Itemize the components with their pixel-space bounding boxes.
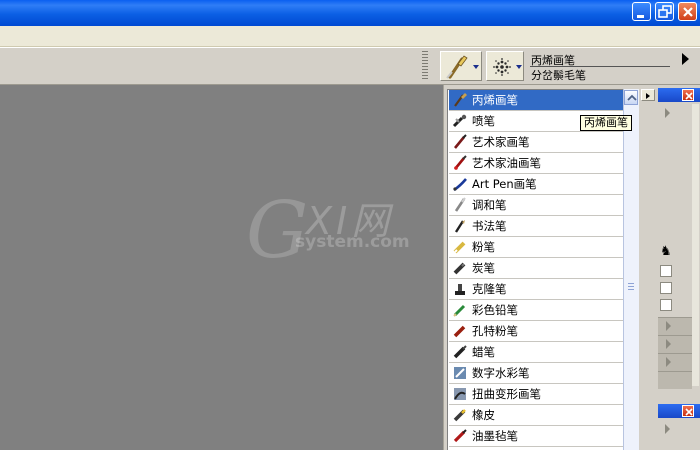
restore-button[interactable] bbox=[655, 2, 674, 21]
palette-band bbox=[658, 317, 692, 335]
artist-oil-brush-icon bbox=[453, 155, 467, 170]
brush-list-item[interactable]: 彩色铅笔 bbox=[449, 300, 623, 321]
brush-list-item[interactable]: 孔特粉笔 bbox=[449, 321, 623, 342]
brush-list-item[interactable]: 油墨毡笔 bbox=[449, 426, 623, 447]
brush-list-item-label: 粉笔 bbox=[472, 240, 495, 254]
distortion-icon bbox=[454, 388, 466, 400]
brush-list-item-label: 丙烯画笔 bbox=[472, 93, 518, 107]
brush-list-item-label: 扭曲变形画笔 bbox=[472, 387, 541, 401]
toolbar-grip[interactable] bbox=[422, 51, 428, 81]
brush-list-item-label: 油墨毡笔 bbox=[472, 429, 518, 443]
chalk-icon bbox=[453, 241, 466, 254]
charcoal-icon bbox=[453, 262, 466, 275]
calligraphy-pen-icon bbox=[454, 220, 465, 233]
minimize-button[interactable] bbox=[632, 2, 651, 21]
brush-list-item-label: 喷笔 bbox=[472, 114, 495, 128]
eraser-icon bbox=[453, 409, 466, 422]
brush-list-item[interactable]: 扭曲变形画笔 bbox=[449, 384, 623, 405]
brush-list-item[interactable]: 艺术家画笔 bbox=[449, 132, 623, 153]
triangle-right-icon bbox=[646, 93, 650, 99]
brush-list-item[interactable]: 丙烯画笔 bbox=[449, 90, 623, 111]
brush-list-item-label: 艺术家油画笔 bbox=[472, 156, 541, 170]
close-icon bbox=[685, 92, 693, 100]
artist-brush-icon bbox=[453, 134, 467, 149]
close-icon bbox=[685, 408, 693, 416]
palette-band bbox=[658, 335, 692, 353]
brush-list-item-label: 橡皮 bbox=[472, 408, 495, 422]
palette-expand-arrow[interactable] bbox=[665, 108, 670, 118]
palette-close-button[interactable] bbox=[682, 89, 694, 101]
cloner-stamp-icon bbox=[455, 284, 465, 295]
paintbrush-icon bbox=[446, 55, 468, 79]
acrylic-brush-icon bbox=[454, 93, 467, 107]
chevron-down-icon bbox=[516, 65, 522, 69]
blender-icon bbox=[454, 197, 466, 212]
brush-list-item-label: 彩色铅笔 bbox=[472, 303, 518, 317]
list-flyout-button[interactable] bbox=[641, 89, 655, 101]
brush-list-item[interactable]: 数字水彩笔 bbox=[449, 363, 623, 384]
close-icon bbox=[683, 7, 693, 17]
brush-list-item[interactable]: 炭笔 bbox=[449, 258, 623, 279]
conte-icon bbox=[453, 325, 466, 338]
airbrush-icon bbox=[452, 114, 467, 128]
chevron-down-icon bbox=[473, 65, 479, 69]
palette-band bbox=[658, 371, 692, 389]
watermark-site: system.com bbox=[295, 232, 410, 252]
brush-list-item[interactable]: 蜡笔 bbox=[449, 342, 623, 363]
play-arrow-icon[interactable] bbox=[682, 53, 689, 65]
brush-list-item-label: Art Pen画笔 bbox=[472, 177, 537, 191]
brush-list-item[interactable]: 艺术家油画笔 bbox=[449, 153, 623, 174]
palette-scrollbar[interactable] bbox=[692, 104, 699, 386]
palette-expand-arrow[interactable] bbox=[666, 339, 671, 349]
palette-checkbox[interactable] bbox=[660, 282, 672, 294]
palette-expand-arrow[interactable] bbox=[666, 357, 671, 367]
spray-dots-icon bbox=[493, 58, 511, 76]
scroll-thumb-grip[interactable] bbox=[628, 289, 634, 290]
palette-checkbox[interactable] bbox=[660, 299, 672, 311]
brush-list-item-label: 艺术家画笔 bbox=[472, 135, 530, 149]
scroll-thumb-grip[interactable] bbox=[628, 286, 634, 287]
palette-band bbox=[658, 353, 692, 371]
palette-expand-arrow[interactable] bbox=[665, 424, 670, 434]
brush-tooltip: 丙烯画笔 bbox=[580, 115, 632, 131]
brush-list-item-label: 蜡笔 bbox=[472, 345, 495, 359]
restore-icon bbox=[658, 5, 672, 18]
brush-variant-name: 分岔鬃毛笔 bbox=[531, 69, 586, 82]
brush-list-item[interactable]: 克隆笔 bbox=[449, 279, 623, 300]
watermark-logo-g: G bbox=[246, 186, 309, 276]
stamp-icon: ♞ bbox=[660, 244, 672, 259]
brush-list-item-label: 炭笔 bbox=[472, 261, 495, 275]
brush-variant-selector[interactable] bbox=[486, 51, 524, 81]
brush-list-item[interactable]: 调和笔 bbox=[449, 195, 623, 216]
brush-category-selector[interactable] bbox=[440, 51, 482, 81]
art-pen-icon bbox=[453, 178, 467, 192]
digital-watercolor-icon bbox=[454, 367, 466, 379]
colored-pencil-icon bbox=[453, 304, 466, 317]
felt-pen-icon bbox=[453, 429, 467, 443]
brush-list-item-label: 调和笔 bbox=[472, 198, 507, 212]
scroll-thumb-grip[interactable] bbox=[628, 283, 634, 284]
window-titlebar bbox=[0, 0, 700, 26]
brush-list-item[interactable]: 粉笔 bbox=[449, 237, 623, 258]
palette-checkbox[interactable] bbox=[660, 265, 672, 277]
brush-category-list[interactable]: 丙烯画笔 喷笔 艺术家画笔 艺术家油画笔 Art Pen画笔 调和笔 书法笔 粉笔 炭笔 克隆笔彩… bbox=[447, 89, 639, 450]
palette-expand-arrow[interactable] bbox=[666, 321, 671, 331]
brush-list-item-label: 书法笔 bbox=[472, 219, 507, 233]
brush-list-item-label: 孔特粉笔 bbox=[472, 324, 518, 338]
minimize-icon bbox=[637, 15, 644, 18]
menu-bar bbox=[0, 26, 700, 47]
scroll-up-button[interactable] bbox=[624, 90, 638, 105]
brush-list-scrollbar[interactable] bbox=[623, 89, 639, 450]
brush-list-item-label: 数字水彩笔 bbox=[472, 366, 530, 380]
palette-close-button[interactable] bbox=[682, 405, 694, 417]
chevron-up-icon bbox=[627, 94, 637, 101]
brush-list-item[interactable]: 书法笔 bbox=[449, 216, 623, 237]
brush-list-item[interactable]: 橡皮 bbox=[449, 405, 623, 426]
brush-list-item-label: 克隆笔 bbox=[472, 282, 507, 296]
crayon-icon bbox=[453, 345, 467, 359]
brush-list-item[interactable]: Art Pen画笔 bbox=[449, 174, 623, 195]
close-button[interactable] bbox=[678, 2, 697, 21]
